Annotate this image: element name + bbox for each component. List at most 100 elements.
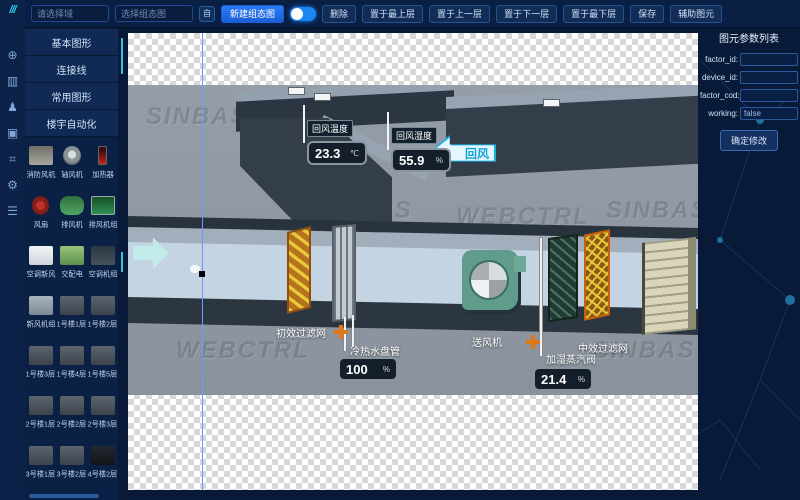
- return-temp-unit: ℃: [350, 149, 359, 158]
- coil-value-box[interactable]: 100 %: [338, 357, 398, 381]
- outlet-grille[interactable]: [642, 237, 696, 335]
- palette-item-icon: [29, 296, 53, 315]
- properties-panel: 图元参数列表 factor_id: device_id: factor_cod:…: [700, 30, 798, 151]
- palette-item[interactable]: 1号楼1层: [56, 292, 87, 342]
- property-label: factor_cod:: [700, 91, 740, 100]
- palette-item-icon: [60, 346, 84, 365]
- palette-item[interactable]: 1号楼2层: [87, 292, 118, 342]
- palette-category[interactable]: 常用图形: [25, 83, 118, 110]
- auto-mini-button[interactable]: 自: [199, 6, 215, 22]
- return-humidity-value: 55.9: [399, 153, 424, 168]
- config-select-input[interactable]: [115, 5, 193, 22]
- primary-filter[interactable]: [287, 226, 311, 314]
- palette-item[interactable]: 交配电: [56, 242, 87, 292]
- edit-mode-toggle[interactable]: [290, 7, 316, 21]
- palette-scrollbar[interactable]: [29, 494, 99, 498]
- toolbar-button[interactable]: 删除: [322, 5, 356, 23]
- palette-item-icon: [32, 196, 49, 215]
- palette-item-label: 3号楼1层: [26, 470, 56, 480]
- properties-panel-title: 图元参数列表: [700, 30, 798, 45]
- palette-item[interactable]: 1号楼4层: [56, 342, 87, 392]
- palette-item-label: 4号楼2层: [88, 470, 118, 480]
- property-input[interactable]: false: [740, 107, 798, 120]
- ruler-tick: [121, 38, 123, 74]
- hvac-diagram[interactable]: SINBASWEBCTRLSINBASSINBASWEBCTRLSINBASWE…: [128, 85, 698, 395]
- palette-item[interactable]: 2号楼1层: [25, 392, 56, 442]
- palette-item-icon: [60, 246, 84, 265]
- toolbar-button-group: 删除 置于最上层 置于上一层 置于下一层 置于最下层 保存 辅助图元: [322, 5, 722, 23]
- palette-category[interactable]: 楼宇自动化: [25, 110, 118, 137]
- return-humidity-unit: %: [436, 156, 443, 165]
- toolbar-button[interactable]: 置于上一层: [429, 5, 490, 23]
- palette-item-label: 空调新风: [26, 270, 55, 280]
- palette-item[interactable]: 新风机组: [25, 292, 56, 342]
- toolbar: 自 新建组态图 删除 置于最上层 置于上一层 置于下一层 置于最下层 保存 辅助…: [25, 0, 800, 28]
- selection-handle[interactable]: [199, 271, 205, 277]
- domain-select-input[interactable]: [31, 5, 109, 22]
- rail-icon-button[interactable]: ☰: [0, 198, 25, 224]
- palette-item[interactable]: 4号楼2层: [87, 442, 118, 492]
- palette-item-label: 1号楼3层: [26, 370, 56, 380]
- palette-item[interactable]: 轴风机: [56, 142, 87, 192]
- palette-item-icon: [29, 446, 53, 465]
- palette-item-label: 2号楼2层: [57, 420, 87, 430]
- steam-valve-icon[interactable]: [526, 335, 540, 349]
- confirm-modify-button[interactable]: 确定修改: [720, 130, 778, 151]
- rail-icon-button[interactable]: ▥: [0, 68, 25, 94]
- return-temp-value-box[interactable]: 23.3 ℃: [307, 141, 367, 165]
- property-row: factor_id:: [700, 53, 798, 66]
- water-coil[interactable]: [332, 224, 356, 322]
- rail-icon-button[interactable]: ⌗: [0, 146, 25, 172]
- humidifier-section[interactable]: [548, 234, 578, 322]
- rail-icon-button[interactable]: ♟: [0, 94, 25, 120]
- palette-item[interactable]: 空调新风: [25, 242, 56, 292]
- design-canvas[interactable]: SINBASWEBCTRLSINBASSINBASWEBCTRLSINBASWE…: [128, 33, 698, 490]
- palette-item-label: 1号楼4层: [57, 370, 87, 380]
- shape-palette: 基本图形 连接线 常用图形 楼宇自动化 消防风机 轴风机 加热器: [25, 29, 118, 500]
- ruler-tick: [121, 252, 123, 272]
- palette-category[interactable]: 连接线: [25, 56, 118, 83]
- palette-item-label: 交配电: [61, 270, 83, 280]
- rail-icon-button[interactable]: ⚙: [0, 172, 25, 198]
- palette-item[interactable]: 加热器: [87, 142, 118, 192]
- property-row: factor_cod:: [700, 89, 798, 102]
- supply-fan[interactable]: [462, 250, 518, 310]
- palette-item[interactable]: 排风机组: [87, 192, 118, 242]
- toolbar-button[interactable]: 辅助图元: [670, 5, 722, 23]
- steam-valve-label: 加湿蒸汽阀: [546, 351, 596, 366]
- toolbar-button[interactable]: 保存: [630, 5, 664, 23]
- palette-item[interactable]: 2号楼3层: [87, 392, 118, 442]
- palette-item[interactable]: 3号楼1层: [25, 442, 56, 492]
- leader-line: [387, 112, 389, 150]
- palette-item[interactable]: 排风机: [56, 192, 87, 242]
- steam-valve-value-box[interactable]: 21.4 %: [533, 367, 593, 391]
- coil-valve-icon[interactable]: [334, 325, 348, 339]
- new-config-button[interactable]: 新建组态图: [221, 5, 284, 23]
- return-humidity-value-box[interactable]: 55.9 %: [391, 148, 451, 172]
- palette-item-label: 排风机组: [88, 220, 117, 230]
- return-humidity-label: 回风湿度: [391, 127, 437, 144]
- palette-item-icon: [98, 146, 107, 165]
- palette-item[interactable]: 空调机组: [87, 242, 118, 292]
- property-input[interactable]: [740, 89, 798, 102]
- palette-item[interactable]: 1号楼5层: [87, 342, 118, 392]
- palette-item-icon: [91, 346, 115, 365]
- vertical-guideline[interactable]: [202, 33, 203, 490]
- palette-item[interactable]: 风扇: [25, 192, 56, 242]
- medium-filter[interactable]: [584, 229, 610, 321]
- palette-item[interactable]: 3号楼2层: [56, 442, 87, 492]
- palette-item[interactable]: 1号楼3层: [25, 342, 56, 392]
- toolbar-button[interactable]: 置于最下层: [563, 5, 624, 23]
- palette-category[interactable]: 基本图形: [25, 29, 118, 56]
- property-input[interactable]: [740, 53, 798, 66]
- palette-item-icon: [60, 296, 84, 315]
- property-input[interactable]: [740, 71, 798, 84]
- toolbar-button[interactable]: 置于下一层: [496, 5, 557, 23]
- palette-item[interactable]: 2号楼2层: [56, 392, 87, 442]
- palette-item[interactable]: 消防风机: [25, 142, 56, 192]
- toolbar-button[interactable]: 置于最上层: [362, 5, 423, 23]
- rail-icon-button[interactable]: ▣: [0, 120, 25, 146]
- rail-icon-list: ⊕ ▥ ♟ ▣ ⌗ ⚙ ☰: [0, 42, 25, 224]
- rail-icon-button[interactable]: ⊕: [0, 42, 25, 68]
- palette-item-label: 2号楼1层: [26, 420, 56, 430]
